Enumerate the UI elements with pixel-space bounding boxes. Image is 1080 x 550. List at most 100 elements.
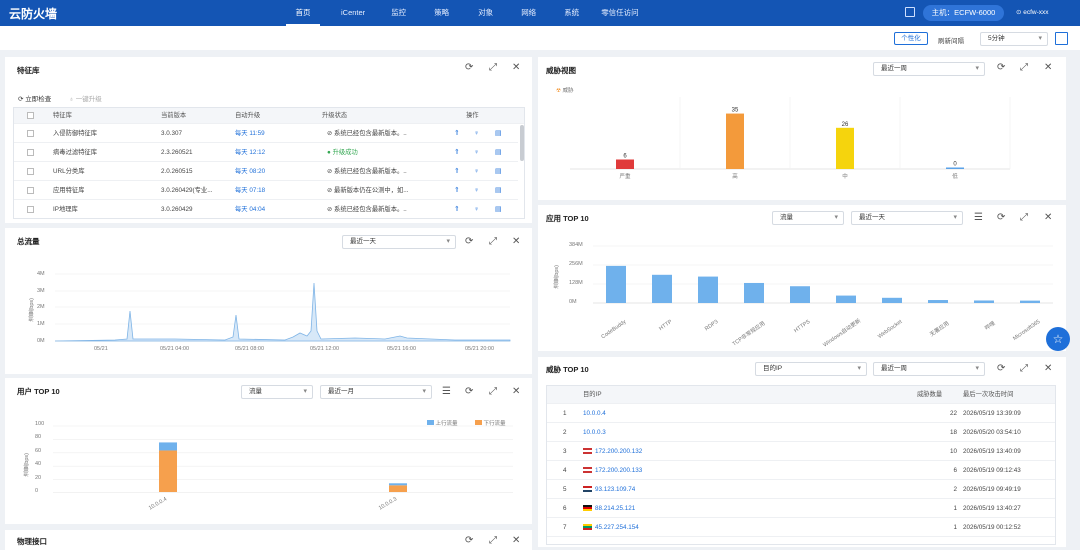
ip-link[interactable]: 172.200.200.133 — [583, 461, 642, 480]
screen-icon[interactable] — [905, 7, 915, 17]
upgrade-icon[interactable]: ⇑ — [454, 200, 460, 218]
users-range-select[interactable]: 最近一月 — [320, 385, 432, 399]
nav-system[interactable]: 系统 — [564, 0, 579, 26]
refresh-select[interactable]: 5分钟 — [980, 32, 1048, 46]
row-checkbox[interactable] — [27, 206, 34, 213]
close-icon[interactable]: ✕ — [512, 237, 520, 247]
check-now-button[interactable]: ⟳ 立即检查 — [18, 93, 51, 103]
nav-policy[interactable]: 策略 — [434, 0, 449, 26]
host-badge[interactable]: 主机：ECFW-6000 — [923, 5, 1004, 21]
ip-link[interactable]: 10.0.0.4 — [583, 404, 606, 423]
last-attack-time: 2026/05/19 13:40:27 — [963, 505, 1021, 512]
expand-icon[interactable]: ⤢ — [489, 387, 497, 397]
ip-link[interactable]: 45.227.254.154 — [583, 518, 639, 537]
row-checkbox[interactable] — [27, 130, 34, 137]
close-icon[interactable]: ✕ — [1044, 364, 1052, 374]
list-icon[interactable]: ☰ — [442, 387, 451, 397]
close-icon[interactable]: ✕ — [1044, 63, 1052, 73]
refresh-icon[interactable]: ⟳ — [465, 387, 473, 397]
refresh-icon[interactable]: ⟳ — [465, 63, 473, 73]
sig-auto-link[interactable]: 每天 07:18 — [235, 181, 265, 200]
upgrade-icon[interactable]: ⇑ — [454, 124, 460, 143]
refresh-icon[interactable]: ⟳ — [997, 213, 1005, 223]
ytick: 384M — [569, 242, 583, 248]
refresh-icon[interactable]: ⟳ — [997, 63, 1005, 73]
bar-up-10.0.0.4 — [159, 442, 177, 451]
sig-auto-link[interactable]: 每天 12:12 — [235, 143, 265, 162]
row-index: 3 — [563, 448, 567, 455]
col-name: 特征库 — [53, 112, 72, 119]
refresh-icon[interactable]: ⟳ — [465, 237, 473, 247]
expand-icon[interactable]: ⤢ — [1020, 63, 1028, 73]
upgrade-icon[interactable]: ⇑ — [454, 162, 460, 181]
sig-version: 2.3.260521 — [161, 149, 193, 156]
bulb-icon[interactable]: ♀ — [474, 200, 479, 218]
sig-auto-link[interactable]: 每天 08:20 — [235, 162, 265, 181]
user-menu[interactable]: ⊙ ecfw-xxx — [1016, 8, 1049, 16]
users-metric-select[interactable]: 流量 — [241, 385, 313, 399]
expand-icon[interactable]: ⤢ — [1020, 364, 1028, 374]
select-all-checkbox[interactable] — [27, 112, 34, 119]
row-checkbox[interactable] — [27, 187, 34, 194]
threat-top-metric-select[interactable]: 目的IP — [755, 362, 867, 376]
row-checkbox[interactable] — [27, 149, 34, 156]
nav-home[interactable]: 首页 — [286, 0, 320, 26]
threat-top-range-select[interactable]: 最近一周 — [873, 362, 985, 376]
bulb-icon[interactable]: ♀ — [474, 181, 479, 200]
close-icon[interactable]: ✕ — [1044, 213, 1052, 223]
favorite-star-icon[interactable]: ☆ — [1046, 327, 1070, 351]
nav-icenter[interactable]: iCenter — [341, 0, 365, 26]
apps-range-select[interactable]: 最近一天 — [851, 211, 963, 225]
nav-monitor[interactable]: 监控 — [391, 0, 406, 26]
fullscreen-icon[interactable] — [1055, 32, 1068, 45]
list-icon[interactable]: ☰ — [974, 213, 983, 223]
upgrade-icon[interactable]: ⇑ — [454, 143, 460, 162]
row-checkbox[interactable] — [27, 168, 34, 175]
bar-value: 0 — [953, 162, 957, 168]
close-icon[interactable]: ✕ — [512, 387, 520, 397]
detail-icon[interactable]: ▤ — [495, 124, 502, 143]
sig-status-text: 系统已经包含最新版本。.. — [334, 168, 407, 175]
bulb-icon[interactable]: ♀ — [474, 162, 479, 181]
expand-icon[interactable]: ⤢ — [1020, 213, 1028, 223]
bulb-icon[interactable]: ♀ — [474, 143, 479, 162]
nav-object[interactable]: 对象 — [478, 0, 493, 26]
ip-text: 88.214.25.121 — [595, 505, 636, 512]
expand-icon[interactable]: ⤢ — [489, 237, 497, 247]
table-row: 5 93.123.109.74 2 2026/05/19 09:49:19 — [547, 480, 1055, 499]
upgrade-icon[interactable]: ⇑ — [454, 181, 460, 200]
apps-metric-select[interactable]: 流量 — [772, 211, 844, 225]
col-ops: 操作 — [466, 112, 479, 119]
nav-ztna[interactable]: 零信任访问 — [601, 0, 639, 26]
bar-down-10.0.0.3 — [389, 485, 407, 492]
nav-network[interactable]: 网络 — [521, 0, 536, 26]
detail-icon[interactable]: ▤ — [495, 143, 502, 162]
sig-status: ⊘ 最新版本仍在公测中，如... — [327, 181, 442, 200]
threat-range-select[interactable]: 最近一周 — [873, 62, 985, 76]
threat-top-title: 威胁 TOP 10 — [546, 365, 589, 374]
bar-高 — [726, 113, 744, 169]
close-icon[interactable]: ✕ — [512, 63, 520, 73]
personalize-button[interactable]: 个性化 — [894, 32, 928, 45]
threat-legend: ☢ 威胁 — [556, 86, 573, 94]
table-row: IP地理库 3.0.260429 每天 04:04 ⊘ 系统已经包含最新版本。.. ⇑ ♀… — [14, 200, 518, 218]
traffic-range-select[interactable]: 最近一天 — [342, 235, 456, 249]
detail-icon[interactable]: ▤ — [495, 162, 502, 181]
detail-icon[interactable]: ▤ — [495, 200, 502, 218]
ip-link[interactable]: 93.123.109.74 — [583, 480, 635, 499]
detail-icon[interactable]: ▤ — [495, 181, 502, 200]
bulb-icon[interactable]: ♀ — [474, 124, 479, 143]
upgrade-button[interactable]: ♁ 一键升级 — [69, 93, 102, 103]
sig-auto-link[interactable]: 每天 11:59 — [235, 124, 265, 143]
ip-link[interactable]: 10.0.0.3 — [583, 423, 606, 442]
ytick: 60 — [35, 447, 42, 454]
scrollbar[interactable] — [520, 125, 524, 161]
ip-link[interactable]: 88.214.25.121 — [583, 499, 635, 518]
ytick: 0M — [37, 338, 45, 344]
ip-link[interactable]: 172.200.200.132 — [583, 442, 642, 461]
sig-auto-link[interactable]: 每天 04:04 — [235, 200, 265, 218]
ip-text: 10.0.0.4 — [583, 410, 606, 417]
bar-Microsoft365 — [1020, 300, 1040, 303]
expand-icon[interactable]: ⤢ — [489, 63, 497, 73]
refresh-icon[interactable]: ⟳ — [997, 364, 1005, 374]
